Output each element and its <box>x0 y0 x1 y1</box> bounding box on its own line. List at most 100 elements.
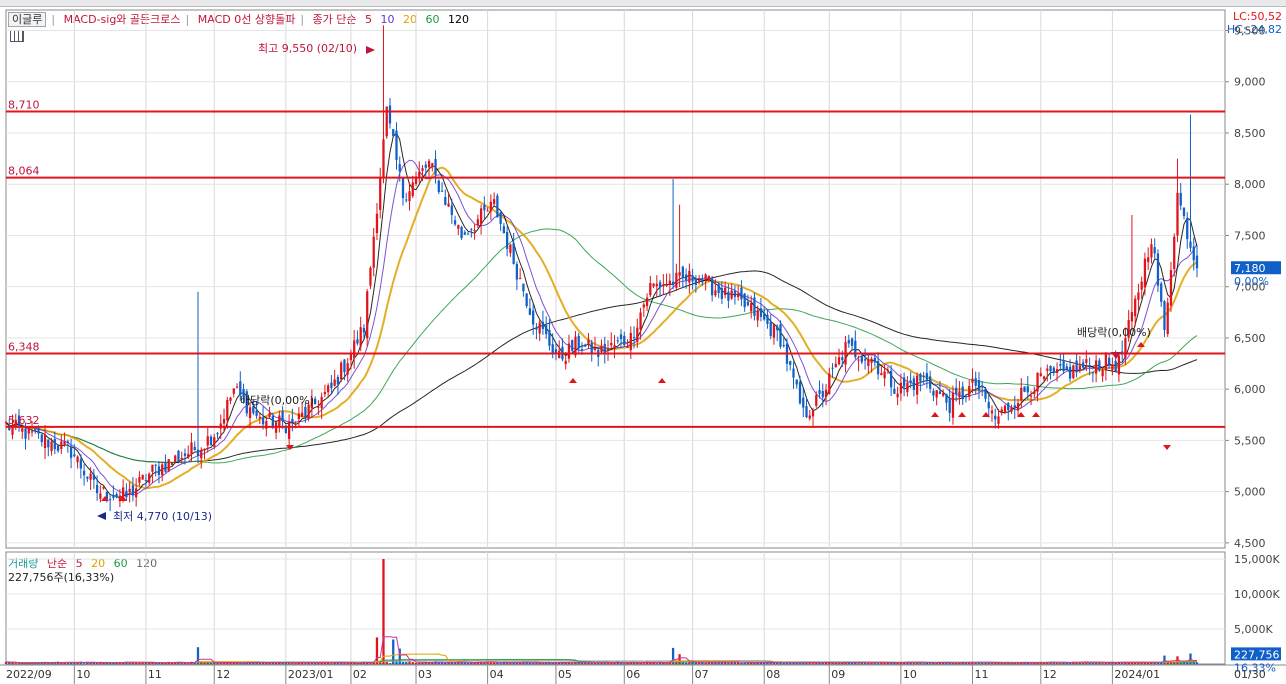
candle-body <box>1134 298 1137 317</box>
candle <box>1104 351 1108 381</box>
candle <box>395 122 398 170</box>
candle <box>984 386 987 403</box>
candle-body <box>593 347 597 350</box>
current-price-change: 0,00% <box>1234 275 1269 288</box>
candle-body <box>1062 361 1065 372</box>
candle-body <box>746 301 750 306</box>
volume-bar <box>994 662 997 664</box>
candle <box>1039 367 1042 377</box>
x-tick-label: 11 <box>974 668 988 681</box>
candle <box>411 175 414 198</box>
candle-body <box>294 423 297 425</box>
candle-body <box>1153 247 1156 254</box>
candle-body <box>463 232 466 235</box>
candle <box>274 420 278 440</box>
candle-body <box>157 466 161 475</box>
x-tick-label: 08 <box>766 668 780 681</box>
price-tick-label: 4,500 <box>1234 537 1266 550</box>
candle <box>509 243 512 257</box>
candle <box>167 459 170 473</box>
candle-body <box>170 462 174 465</box>
volume-bar <box>1065 662 1068 664</box>
candle-body <box>1124 338 1127 358</box>
candle-body <box>942 393 945 396</box>
volume-bar <box>766 662 769 664</box>
volume-tick-label: 10,000K <box>1234 588 1280 601</box>
candle-body <box>115 494 118 498</box>
candle-body <box>411 182 414 197</box>
candle <box>47 439 50 457</box>
high-annotation: 최고 9,550 (02/10) <box>258 42 357 55</box>
candle-body <box>232 388 235 394</box>
candle-body <box>505 232 509 249</box>
candle-body <box>977 380 981 391</box>
candle-body <box>701 280 704 283</box>
candle-body <box>359 327 362 347</box>
current-volume-label: 227,756 <box>1234 648 1280 661</box>
candle-body <box>1189 241 1192 248</box>
candle-body <box>850 338 854 346</box>
candle-body <box>333 379 336 386</box>
candle-body <box>489 201 492 212</box>
candle-body <box>258 416 261 419</box>
volume-bar <box>489 662 492 664</box>
candle-body <box>1046 368 1049 371</box>
x-tick-label: 2023/01 <box>288 668 334 681</box>
volume-bar <box>942 662 945 664</box>
candle-body <box>665 284 668 286</box>
candle-body <box>466 233 470 235</box>
candle <box>216 431 219 439</box>
candle-body <box>486 210 489 212</box>
candle-body <box>984 388 987 399</box>
candle <box>945 393 948 411</box>
candle <box>808 410 811 421</box>
stock-chart[interactable]: 8,710 8,064 6,348 5,632 9,500 9,000 8,500 8,000… <box>0 0 1286 684</box>
candle-body <box>906 382 909 393</box>
volume-bar <box>388 663 392 664</box>
candle-body <box>460 226 463 239</box>
candle-body <box>541 321 545 329</box>
candle <box>867 353 870 374</box>
candle <box>382 25 385 184</box>
candle-body <box>392 129 395 137</box>
volume-bar <box>349 662 353 664</box>
volume-tick-label: 15,000K <box>1234 553 1280 566</box>
price-tick-label: 8,000 <box>1234 178 1266 191</box>
candle <box>1075 354 1078 378</box>
volume-bar <box>408 661 411 664</box>
candle-body <box>395 130 398 160</box>
candle <box>499 211 502 232</box>
candle-body <box>873 357 876 363</box>
candle-body <box>1000 409 1003 413</box>
candle-body <box>636 327 639 342</box>
candle <box>437 179 440 195</box>
volume-panel-frame <box>5 551 1226 665</box>
candle-body <box>502 226 506 234</box>
candle-body <box>66 441 69 444</box>
candle <box>724 281 727 299</box>
candle-body <box>226 399 229 421</box>
volume-bar <box>203 662 206 664</box>
candle-body <box>860 356 863 363</box>
candle-body <box>343 359 346 373</box>
candle-body <box>1068 366 1072 379</box>
candle <box>626 339 629 349</box>
candle-body <box>151 464 154 472</box>
volume-bar <box>727 662 730 664</box>
volume-bar <box>1124 662 1127 664</box>
candle-body <box>27 426 30 434</box>
candle <box>466 231 470 235</box>
candle <box>545 316 548 339</box>
candle-body <box>1049 365 1052 372</box>
candle <box>590 339 593 362</box>
candle <box>418 161 421 183</box>
candle-body <box>512 242 515 264</box>
price-tick-label: 6,000 <box>1234 383 1266 396</box>
candle <box>1094 355 1098 383</box>
candle <box>89 467 92 490</box>
candle <box>401 177 405 206</box>
candle-body <box>629 332 632 351</box>
candle-body <box>1137 292 1140 300</box>
candle-body <box>323 391 327 395</box>
candle-body <box>909 380 912 383</box>
